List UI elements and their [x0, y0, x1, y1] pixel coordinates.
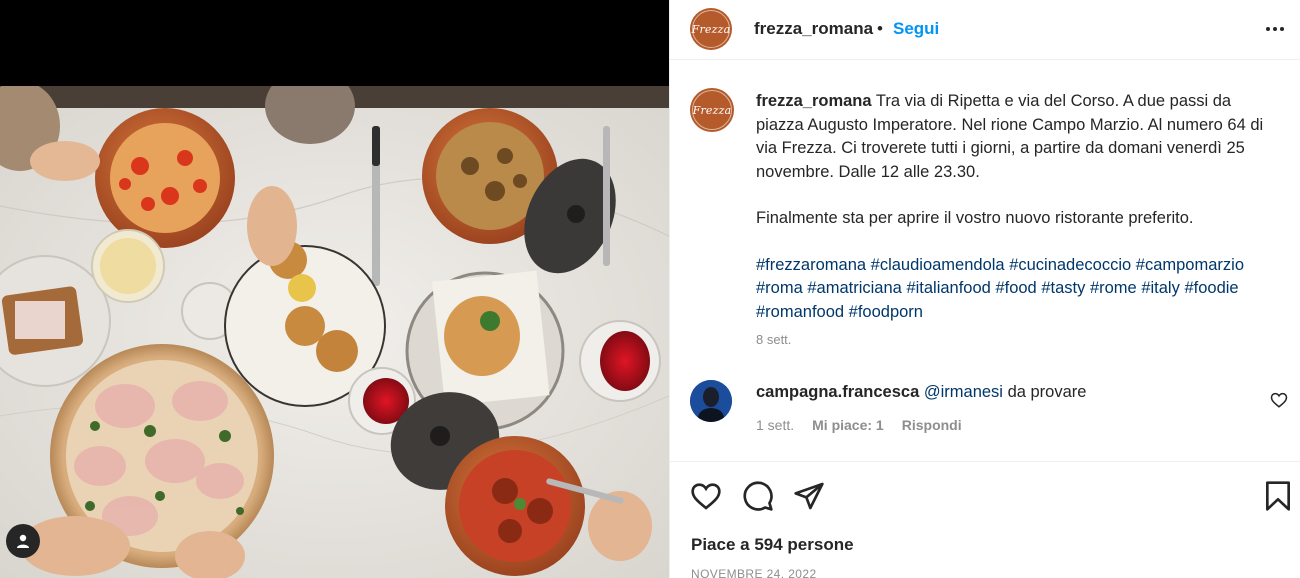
caption-hashtags: #frezzaromana #claudioamendola #cucinade…: [756, 254, 1276, 325]
comment-reply-button[interactable]: Rispondi: [902, 417, 962, 433]
caption-paragraph-1: frezza_romana Tra via di Ripetta e via d…: [756, 90, 1276, 184]
hashtag-link[interactable]: #romanfood: [756, 303, 844, 321]
likes-count[interactable]: Piace a 594 persone: [691, 535, 854, 555]
bookmark-icon[interactable]: [1262, 480, 1294, 512]
comment-body: campagna.francesca @irmanesi da provare: [756, 383, 1086, 402]
comment-likes[interactable]: Mi piace: 1: [812, 417, 884, 433]
more-options-icon[interactable]: [1260, 18, 1290, 40]
hashtag-link[interactable]: #tasty: [1041, 279, 1085, 297]
heart-icon[interactable]: [1270, 391, 1288, 409]
frezza-logo: Frezza: [692, 103, 732, 117]
comment-meta: 1 sett. Mi piace: 1 Rispondi: [756, 417, 962, 433]
frezza-logo: Frezza: [691, 22, 731, 36]
hashtag-link[interactable]: #claudioamendola: [871, 256, 1005, 274]
food-table-photo: [0, 86, 669, 578]
comment-timestamp[interactable]: 1 sett.: [756, 417, 794, 433]
hashtag-link[interactable]: #roma: [756, 279, 803, 297]
hashtag-link[interactable]: #amatriciana: [807, 279, 901, 297]
post-media-panel: [0, 0, 669, 578]
hashtag-link[interactable]: #italianfood: [906, 279, 990, 297]
user-icon: [17, 534, 29, 548]
hashtag-link[interactable]: #campomarzio: [1136, 256, 1244, 274]
commenter-username[interactable]: campagna.francesca: [756, 383, 919, 401]
separator-dot: •: [877, 19, 883, 38]
caption-author-avatar[interactable]: Frezza: [690, 88, 734, 132]
author-avatar[interactable]: Frezza: [690, 8, 732, 50]
hashtag-link[interactable]: #foodie: [1184, 279, 1238, 297]
hashtag-link[interactable]: #cucinadecoccio: [1009, 256, 1131, 274]
share-icon[interactable]: [793, 480, 825, 512]
caption-paragraph-2: Finalmente sta per aprire il vostro nuov…: [756, 209, 1194, 227]
commenter-avatar[interactable]: [690, 380, 732, 422]
post-photo[interactable]: [0, 86, 669, 578]
hashtag-link[interactable]: #food: [995, 279, 1036, 297]
post-actions-bar: Piace a 594 persone NOVEMBRE 24, 2022: [670, 461, 1300, 578]
hashtag-link[interactable]: #italy: [1141, 279, 1180, 297]
comment-mention[interactable]: @irmanesi: [924, 383, 1003, 401]
comment-text: da provare: [1007, 383, 1087, 401]
follow-button[interactable]: Segui: [893, 19, 939, 39]
author-username[interactable]: frezza_romana: [754, 19, 873, 39]
heart-icon[interactable]: [690, 480, 722, 512]
post-date[interactable]: NOVEMBRE 24, 2022: [691, 567, 817, 578]
post-caption: frezza_romana Tra via di Ripetta e via d…: [756, 90, 1276, 324]
tagged-users-button[interactable]: [6, 524, 40, 558]
caption-timestamp[interactable]: 8 sett.: [756, 332, 791, 347]
post-side-panel: Frezza frezza_romana • Segui Frezza frez…: [669, 0, 1300, 578]
hashtag-link[interactable]: #frezzaromana: [756, 256, 866, 274]
hashtag-link[interactable]: #rome: [1090, 279, 1137, 297]
post-header: Frezza frezza_romana • Segui: [670, 0, 1300, 60]
comment-icon[interactable]: [742, 480, 774, 512]
hashtag-link[interactable]: #foodporn: [849, 303, 923, 321]
commenter-photo: [690, 380, 732, 422]
caption-username[interactable]: frezza_romana: [756, 92, 872, 110]
